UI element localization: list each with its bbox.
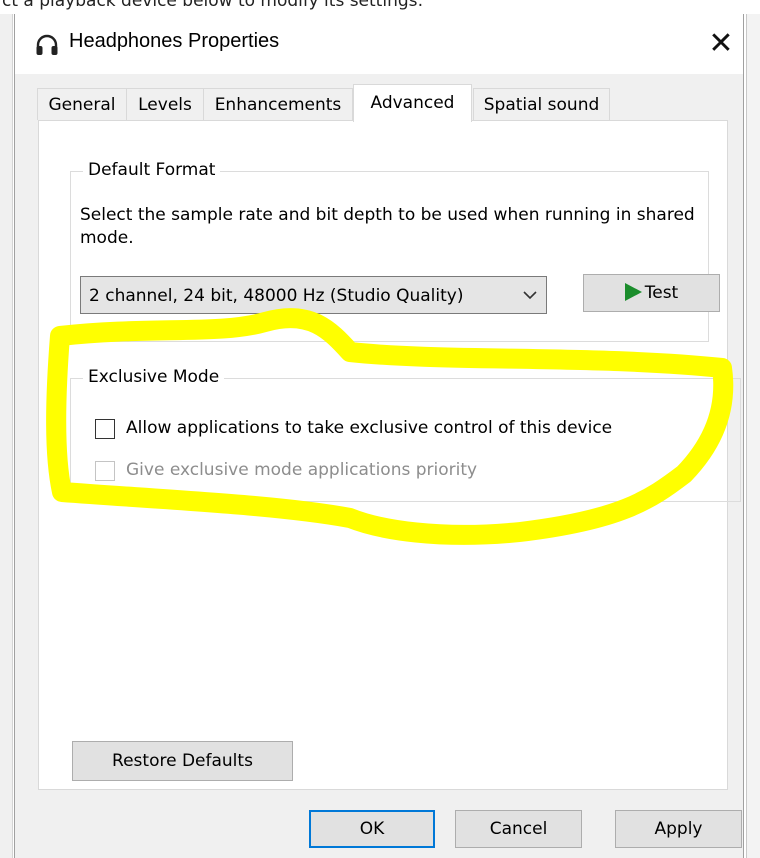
- allow-exclusive-control-checkbox[interactable]: [95, 419, 115, 439]
- default-format-description: Select the sample rate and bit depth to …: [80, 205, 695, 248]
- title-bar[interactable]: Headphones Properties ✕: [15, 14, 743, 74]
- restore-defaults-button[interactable]: Restore Defaults: [72, 741, 293, 781]
- default-format-group: Default Format Select the sample rate an…: [70, 160, 720, 342]
- apply-button[interactable]: Apply: [615, 810, 742, 848]
- cancel-button[interactable]: Cancel: [455, 810, 582, 848]
- default-format-select[interactable]: 2 channel, 24 bit, 48000 Hz (Studio Qual…: [80, 276, 547, 314]
- test-button-label: Test: [644, 283, 679, 303]
- tab-levels[interactable]: Levels: [126, 88, 204, 120]
- tab-advanced[interactable]: Advanced: [353, 84, 472, 122]
- background-window-text: ct a playback device below to modify its…: [2, 0, 424, 11]
- close-button[interactable]: ✕: [703, 26, 739, 62]
- test-button[interactable]: Test: [583, 274, 720, 312]
- exclusive-priority-checkbox: [95, 461, 115, 481]
- tab-enhancements[interactable]: Enhancements: [203, 88, 353, 120]
- allow-exclusive-control-label[interactable]: Allow applications to take exclusive con…: [126, 418, 612, 438]
- background-window-strip: ct a playback device below to modify its…: [0, 0, 760, 14]
- tab-spatial-sound[interactable]: Spatial sound: [473, 88, 610, 120]
- dialog-title: Headphones Properties: [69, 30, 280, 52]
- default-format-title: Default Format: [83, 160, 221, 180]
- close-icon: ✕: [708, 26, 734, 61]
- exclusive-mode-group: Exclusive Mode Allow applications to tak…: [70, 367, 741, 502]
- exclusive-priority-label: Give exclusive mode applications priorit…: [126, 460, 478, 480]
- headphones-icon: [36, 34, 58, 55]
- headphones-properties-dialog: Headphones Properties ✕ General Levels E…: [14, 14, 744, 858]
- ok-button[interactable]: OK: [309, 810, 435, 848]
- default-format-value: 2 channel, 24 bit, 48000 Hz (Studio Qual…: [89, 286, 464, 306]
- chevron-down-icon: [523, 291, 537, 300]
- tab-general[interactable]: General: [37, 88, 127, 120]
- screenshot-stage: ct a playback device below to modify its…: [0, 0, 760, 858]
- background-window-right-edge: [746, 14, 760, 858]
- exclusive-mode-title: Exclusive Mode: [83, 367, 225, 387]
- advanced-tab-panel: Default Format Select the sample rate an…: [38, 120, 741, 790]
- background-window-left-edge: [0, 14, 13, 858]
- play-icon: [624, 283, 642, 301]
